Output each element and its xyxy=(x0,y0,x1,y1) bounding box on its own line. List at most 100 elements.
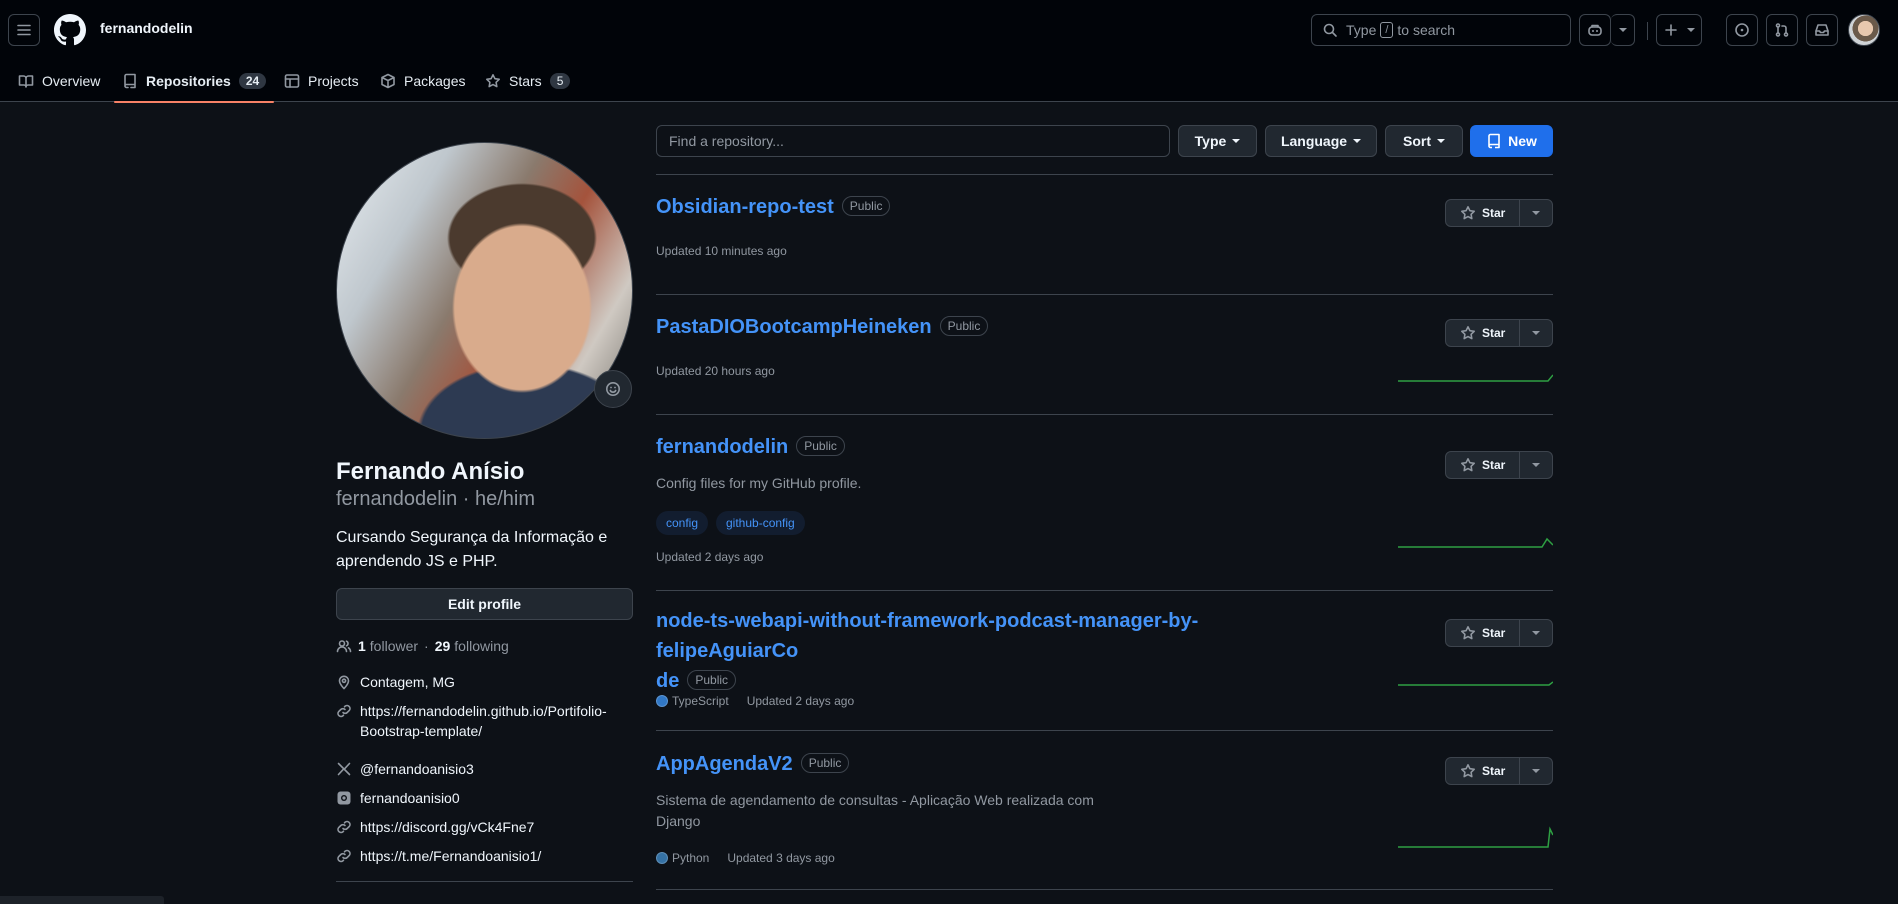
repo-name-link[interactable]: node-ts-webapi-without-framework-podcast… xyxy=(656,606,1336,666)
tab-label: Stars xyxy=(509,73,542,89)
star-list-dropdown[interactable] xyxy=(1520,452,1552,478)
telegram-item: https://t.me/Fernandoanisio1/ xyxy=(336,846,633,866)
star-button[interactable]: Star xyxy=(1446,620,1521,646)
star-button[interactable]: Star xyxy=(1446,452,1521,478)
edit-profile-button[interactable]: Edit profile xyxy=(336,588,633,620)
search-prefix: Type xyxy=(1346,22,1377,38)
tab-packages[interactable]: Packages xyxy=(380,60,465,102)
copilot-dropdown-button[interactable] xyxy=(1611,14,1635,46)
website-line: https://fernandodelin.github.io/Portifol… xyxy=(360,703,607,719)
updated-time: Updated 3 days ago xyxy=(727,851,835,865)
visibility-badge: Public xyxy=(841,196,891,216)
star-list-dropdown[interactable] xyxy=(1520,200,1552,226)
twitter-link[interactable]: @fernandoanisio3 xyxy=(360,759,474,779)
chevron-down-icon xyxy=(1532,769,1541,773)
find-repository-input[interactable]: Find a repository... xyxy=(656,125,1170,157)
profile-avatar[interactable] xyxy=(336,142,633,439)
copilot-button[interactable] xyxy=(1579,14,1611,46)
star-label: Star xyxy=(1481,326,1506,340)
type-filter-button[interactable]: Type xyxy=(1178,125,1257,157)
discord-item: https://discord.gg/vCk4Fne7 xyxy=(336,817,633,837)
tab-repositories[interactable]: Repositories 24 xyxy=(113,60,275,103)
sidebar-divider xyxy=(336,881,633,882)
search-input[interactable]: Type / to search xyxy=(1311,14,1571,46)
repo-meta: TypeScript Updated 2 days ago xyxy=(656,694,854,708)
repo-icon xyxy=(1488,133,1500,149)
package-icon xyxy=(381,73,395,89)
link-icon xyxy=(337,820,351,834)
repo-name-link[interactable]: de xyxy=(656,670,679,692)
language-filter-label: Language xyxy=(1280,133,1348,149)
new-repository-button[interactable]: New xyxy=(1470,125,1553,157)
search-icon xyxy=(1323,23,1337,37)
plus-icon xyxy=(1665,24,1677,36)
repo-title: Obsidian-repo-test Public xyxy=(656,192,891,222)
language-color-dot xyxy=(656,852,668,864)
star-button[interactable]: Star xyxy=(1446,200,1521,226)
sort-button[interactable]: Sort xyxy=(1385,125,1463,157)
type-filter-label: Type xyxy=(1194,133,1227,149)
profile-tabs: Overview Repositories 24 Projects Packag… xyxy=(0,60,1898,103)
instagram-icon xyxy=(337,791,351,805)
set-status-button[interactable] xyxy=(594,370,632,408)
star-label: Star xyxy=(1481,458,1506,472)
context-username[interactable]: fernandodelin xyxy=(100,20,193,36)
repo-item: node-ts-webapi-without-framework-podcast… xyxy=(656,591,1553,731)
repo-description: Sistema de agendamento de consultas - Ap… xyxy=(656,790,1116,832)
repo-title: AppAgendaV2 Public xyxy=(656,749,850,779)
star-list-dropdown[interactable] xyxy=(1520,320,1552,346)
star-button[interactable]: Star xyxy=(1446,758,1521,784)
instagram-link[interactable]: fernandoanisio0 xyxy=(360,788,460,808)
header-divider xyxy=(1647,22,1648,40)
follow-separator: · xyxy=(424,638,429,654)
user-avatar-button[interactable] xyxy=(1848,14,1880,46)
star-button-group: Star xyxy=(1445,451,1553,479)
tab-stars[interactable]: Stars 5 xyxy=(485,60,571,102)
smiley-icon xyxy=(606,382,620,396)
issue-icon xyxy=(1735,23,1749,37)
repo-name-link[interactable]: fernandodelin xyxy=(656,436,788,458)
repo-description: Config files for my GitHub profile. xyxy=(656,475,862,491)
star-icon xyxy=(1460,206,1475,220)
repo-meta: Updated 10 minutes ago xyxy=(656,244,787,258)
activity-sparkline xyxy=(1398,374,1553,382)
issues-button[interactable] xyxy=(1726,14,1758,46)
table-icon xyxy=(284,74,300,88)
global-header: fernandodelin Type / to search xyxy=(0,0,1898,60)
language-name: TypeScript xyxy=(672,694,729,708)
repo-name-link[interactable]: AppAgendaV2 xyxy=(656,753,793,775)
x-twitter-icon xyxy=(337,762,351,776)
create-new-button[interactable] xyxy=(1656,14,1702,46)
topic-tag[interactable]: github-config xyxy=(716,511,805,535)
telegram-link[interactable]: https://t.me/Fernandoanisio1/ xyxy=(360,846,541,866)
description-line: Sistema de agendamento de consultas - Ap… xyxy=(656,792,1094,808)
discord-link[interactable]: https://discord.gg/vCk4Fne7 xyxy=(360,817,534,837)
repo-icon xyxy=(124,73,136,89)
followers-link[interactable]: 1 follower xyxy=(358,638,418,654)
tab-projects[interactable]: Projects xyxy=(284,60,359,102)
chevron-down-icon xyxy=(1353,139,1362,143)
repo-title: PastaDIOBootcampHeineken Public xyxy=(656,312,989,342)
repo-name-link[interactable]: Obsidian-repo-test xyxy=(656,196,834,218)
topic-tag[interactable]: config xyxy=(656,511,709,535)
github-logo-icon[interactable] xyxy=(54,14,86,46)
star-icon xyxy=(486,74,500,88)
menu-button[interactable] xyxy=(8,14,40,46)
following-link[interactable]: 29 following xyxy=(435,638,509,654)
hamburger-icon xyxy=(17,24,31,36)
repo-meta: Python Updated 3 days ago xyxy=(656,851,835,865)
pull-requests-button[interactable] xyxy=(1766,14,1798,46)
people-icon xyxy=(336,640,352,653)
star-button[interactable]: Star xyxy=(1446,320,1521,346)
repo-name-link[interactable]: PastaDIOBootcampHeineken xyxy=(656,316,932,338)
tab-overview[interactable]: Overview xyxy=(18,60,100,102)
website-link[interactable]: https://fernandodelin.github.io/Portifol… xyxy=(360,701,607,741)
language-filter-button[interactable]: Language xyxy=(1265,125,1377,157)
star-button-group: Star xyxy=(1445,319,1553,347)
book-icon xyxy=(18,75,34,88)
repo-item: Obsidian-repo-test Public Updated 10 minu… xyxy=(656,175,1553,295)
star-list-dropdown[interactable] xyxy=(1520,620,1552,646)
browser-status-bar xyxy=(0,896,164,904)
star-list-dropdown[interactable] xyxy=(1520,758,1552,784)
inbox-button[interactable] xyxy=(1806,14,1838,46)
